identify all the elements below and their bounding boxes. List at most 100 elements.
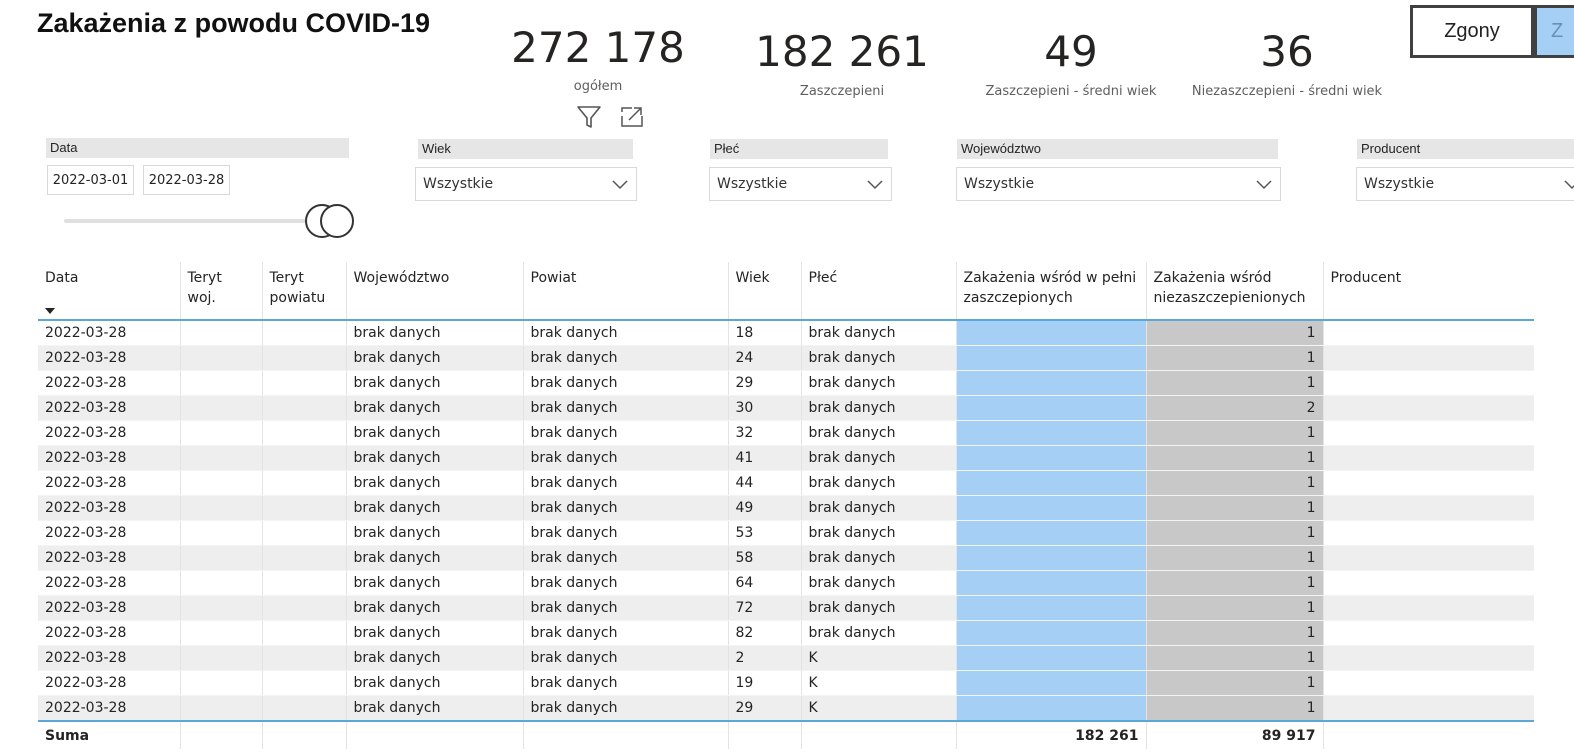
cell-teryt-woj [179,470,262,496]
table-row[interactable]: 2022-03-28 brak danych brak danych 30 brak d… [38,395,1534,421]
table-row[interactable]: 2022-03-28 brak danych brak danych 44 brak d… [38,470,1534,496]
cell-teryt-powiatu [261,370,346,396]
cell-producent [1322,670,1534,696]
cell-teryt-woj [179,370,262,396]
column-header-teryt-woj[interactable]: Teryt woj. [179,262,262,320]
cell-data: 2022-03-28 [38,695,180,722]
cell-teryt-woj [179,520,262,546]
cell-teryt-powiatu [261,645,346,671]
cell-data: 2022-03-28 [38,595,180,621]
cell-wojewodztwo: brak danych [345,595,523,621]
cell-wiek: 41 [727,445,801,471]
cell-plec: brak danych [800,520,956,546]
zgony-button[interactable]: Zgony [1410,5,1534,58]
table-row[interactable]: 2022-03-28 brak danych brak danych 32 brak d… [38,420,1534,446]
cell-plec: brak danych [800,370,956,396]
table-row[interactable]: 2022-03-28 brak danych brak danych 53 brak d… [38,520,1534,546]
cell-powiat: brak danych [522,395,728,421]
cell-producent [1322,595,1534,621]
table-row[interactable]: 2022-03-28 brak danych brak danych 49 brak d… [38,495,1534,521]
cell-powiat: brak danych [522,420,728,446]
table-row[interactable]: 2022-03-28 brak danych brak danych 29 brak d… [38,370,1534,396]
cell-data: 2022-03-28 [38,345,180,371]
focus-mode-icon[interactable] [619,104,645,130]
table-row[interactable]: 2022-03-28 brak danych brak danych 72 brak d… [38,595,1534,621]
table-row[interactable]: 2022-03-28 brak danych brak danych 41 brak d… [38,445,1534,471]
age-dropdown[interactable]: Wszystkie [415,167,637,201]
cell-wiek: 30 [727,395,801,421]
nav-button-secondary[interactable]: Z [1534,5,1574,58]
cell-unvaccinated: 1 [1145,320,1323,346]
column-header-unvaccinated[interactable]: Zakażenia wśród niezaszczepienionych [1145,262,1323,320]
date-slider-handle-end[interactable] [320,204,354,238]
column-header-plec[interactable]: Płeć [800,262,956,320]
cell-fully-vaccinated [955,470,1146,496]
table-row[interactable]: 2022-03-28 brak danych brak danych 24 brak d… [38,345,1534,371]
column-header-fully-vaccinated[interactable]: Zakażenia wśród w pełni zaszczepionych [955,262,1146,320]
cell-wiek: 82 [727,620,801,646]
filter-icon[interactable] [576,104,602,130]
kpi-label: ogółem [573,79,623,94]
cell-teryt-powiatu [261,345,346,371]
cell-data: 2022-03-28 [38,470,180,496]
date-from-input[interactable]: 2022-03-01 [47,165,134,195]
column-header-producent[interactable]: Producent [1322,262,1534,320]
column-header-wiek[interactable]: Wiek [727,262,801,320]
cell-wiek: 53 [727,520,801,546]
cell-wiek: 19 [727,670,801,696]
cell-unvaccinated: 1 [1145,695,1323,722]
cell-data: 2022-03-28 [38,670,180,696]
infections-table: Data Teryt woj. Teryt powiatu Województw… [38,262,1534,749]
column-header-label: Zakażenia wśród w pełni zaszczepionych [963,270,1137,306]
table-row[interactable]: 2022-03-28 brak danych brak danych 64 brak d… [38,570,1534,596]
date-to-input[interactable]: 2022-03-28 [143,165,230,195]
table-row[interactable]: 2022-03-28 brak danych brak danych 58 brak d… [38,545,1534,571]
date-slider-track[interactable] [64,219,328,223]
cell-teryt-woj [179,545,262,571]
cell-wiek: 2 [727,645,801,671]
cell-unvaccinated: 1 [1145,620,1323,646]
cell-unvaccinated: 1 [1145,470,1323,496]
cell-teryt-powiatu [261,395,346,421]
column-header-label: Powiat [530,270,577,286]
kpi-vaccinated: 182 261 Zaszczepieni [752,28,932,100]
cell-plec: brak danych [800,495,956,521]
kpi-unvaccinated-avg-age: 36 Niezaszczepieni - średni wiek [1184,28,1390,100]
kpi-value: 49 [1044,27,1098,76]
cell-fully-vaccinated [955,445,1146,471]
column-header-data[interactable]: Data [38,262,180,320]
cell-wojewodztwo: brak danych [345,570,523,596]
cell-fully-vaccinated [955,495,1146,521]
producer-dropdown[interactable]: Wszystkie [1356,167,1574,201]
cell-producent [1322,620,1534,646]
cell-wiek: 29 [727,370,801,396]
table-row[interactable]: 2022-03-28 brak danych brak danych 29 K 1 [38,695,1534,722]
sex-dropdown[interactable]: Wszystkie [709,167,892,201]
cell-powiat: brak danych [522,320,728,346]
cell-data: 2022-03-28 [38,545,180,571]
cell-teryt-powiatu [261,570,346,596]
cell-powiat: brak danych [522,645,728,671]
cell-teryt-woj [179,595,262,621]
column-header-powiat[interactable]: Powiat [522,262,728,320]
cell-fully-vaccinated [955,670,1146,696]
cell-teryt-powiatu [261,445,346,471]
dropdown-value: Wszystkie [1364,176,1435,192]
table-row[interactable]: 2022-03-28 brak danych brak danych 18 brak d… [38,320,1534,346]
cell-unvaccinated: 1 [1145,595,1323,621]
cell-data: 2022-03-28 [38,570,180,596]
column-header-teryt-powiatu[interactable]: Teryt powiatu [261,262,346,320]
cell-fully-vaccinated [955,645,1146,671]
kpi-total: 272 178 ogółem [510,24,686,95]
table-row[interactable]: 2022-03-28 brak danych brak danych 19 K 1 [38,670,1534,696]
cell-unvaccinated: 1 [1145,495,1323,521]
voivodeship-slicer-label: Województwo [957,139,1278,159]
column-header-wojewodztwo[interactable]: Województwo [345,262,523,320]
total-fully-vaccinated: 182 261 [955,721,1146,749]
table-row[interactable]: 2022-03-28 brak danych brak danych 82 brak d… [38,620,1534,646]
cell-teryt-woj [179,670,262,696]
cell-data: 2022-03-28 [38,520,180,546]
cell-teryt-woj [179,620,262,646]
voivodeship-dropdown[interactable]: Wszystkie [956,167,1281,201]
table-row[interactable]: 2022-03-28 brak danych brak danych 2 K 1 [38,645,1534,671]
